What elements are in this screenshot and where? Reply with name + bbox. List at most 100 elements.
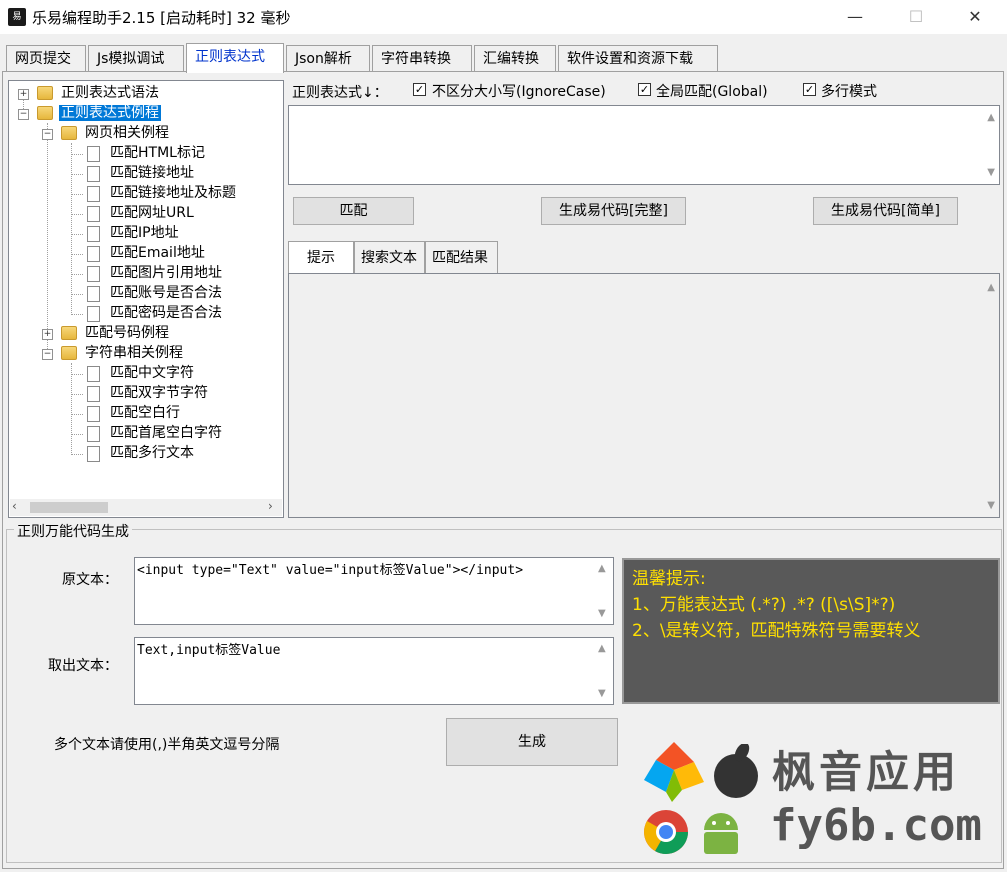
generate-full-code-button[interactable]: 生成易代码[完整] xyxy=(541,197,686,225)
tree-item[interactable]: 匹配HTML标记 xyxy=(110,143,205,163)
tab-asm-convert[interactable]: 汇编转换 xyxy=(474,45,556,71)
tab-regex[interactable]: 正则表达式 xyxy=(186,43,284,73)
extract-text-label: 取出文本： xyxy=(48,658,118,674)
collapse-icon[interactable]: − xyxy=(42,349,53,360)
tree-item[interactable]: 匹配链接地址及标题 xyxy=(110,183,236,203)
tree-item[interactable]: 匹配IP地址 xyxy=(110,223,179,243)
watermark-android-icon xyxy=(694,806,748,858)
tree-item-regex-syntax[interactable]: 正则表达式语法 xyxy=(61,83,159,103)
source-text-input[interactable]: <input type="Text" value="input标签Value">… xyxy=(134,557,614,625)
tips-panel: 温馨提示: 1、万能表达式 (.*?) .*? ([\s\S]*?) 2、\是转… xyxy=(622,558,1000,704)
folder-open-icon xyxy=(61,346,77,360)
folder-icon xyxy=(37,86,53,100)
tree-item-regex-examples[interactable]: 正则表达式例程 xyxy=(59,103,161,123)
generate-button[interactable]: 生成 xyxy=(446,718,618,766)
scroll-thumb[interactable] xyxy=(30,502,108,513)
scroll-down-icon[interactable]: ▼ xyxy=(987,167,995,178)
document-icon xyxy=(87,146,100,162)
watermark-logo-windows-icon xyxy=(642,740,706,804)
collapse-icon[interactable]: − xyxy=(42,129,53,140)
document-icon xyxy=(87,186,100,202)
document-icon xyxy=(87,266,100,282)
tips-line-1: 1、万能表达式 (.*?) .*? ([\s\S]*?) xyxy=(632,595,896,615)
title-bar: 易 乐易编程助手2.15 [启动耗时] 32 毫秒 — ☐ ✕ xyxy=(0,0,1007,34)
tab-search-text[interactable]: 搜索文本 xyxy=(354,241,425,273)
folder-open-icon xyxy=(61,126,77,140)
app-icon: 易 xyxy=(8,8,26,26)
watermark-chrome-icon xyxy=(642,808,690,856)
tree-item[interactable]: 匹配图片引用地址 xyxy=(110,263,222,283)
tree-item[interactable]: 匹配Email地址 xyxy=(110,243,205,263)
collapse-icon[interactable]: − xyxy=(18,109,29,120)
document-icon xyxy=(87,166,100,182)
tree-item[interactable]: 匹配首尾空白字符 xyxy=(110,423,222,443)
tree-item[interactable]: 匹配多行文本 xyxy=(110,443,194,463)
scroll-right-icon[interactable]: › xyxy=(268,499,273,513)
watermark-domain: fy6b.com xyxy=(770,800,982,851)
document-icon xyxy=(87,306,100,322)
tree-item[interactable]: 匹配空白行 xyxy=(110,403,180,423)
scroll-up-icon[interactable]: ▲ xyxy=(987,112,995,123)
document-icon xyxy=(87,286,100,302)
tree-item[interactable]: 匹配密码是否合法 xyxy=(110,303,222,323)
document-icon xyxy=(87,406,100,422)
scroll-down-icon[interactable]: ▼ xyxy=(987,500,995,511)
tree-item[interactable]: 匹配中文字符 xyxy=(110,363,194,383)
ignorecase-label: 不区分大小写(IgnoreCase) xyxy=(432,84,606,100)
tree-group-string[interactable]: 字符串相关例程 xyxy=(85,343,183,363)
multiline-label: 多行模式 xyxy=(821,84,877,100)
global-label: 全局匹配(Global) xyxy=(656,84,768,100)
tab-tips[interactable]: 提示 xyxy=(288,241,354,273)
close-button[interactable]: ✕ xyxy=(952,0,998,34)
global-checkbox[interactable]: ✓ xyxy=(638,83,651,96)
match-button[interactable]: 匹配 xyxy=(293,197,414,225)
watermark-brand: 枫音应用 xyxy=(772,748,960,798)
scroll-up-icon[interactable]: ▲ xyxy=(598,643,606,654)
expand-icon[interactable]: + xyxy=(42,329,53,340)
tree-item[interactable]: 匹配账号是否合法 xyxy=(110,283,222,303)
separator-hint: 多个文本请使用(,)半角英文逗号分隔 xyxy=(54,737,280,753)
regex-label: 正则表达式↓： xyxy=(292,85,388,101)
tree-group-web[interactable]: 网页相关例程 xyxy=(85,123,169,143)
regex-input[interactable]: ▲ ▼ xyxy=(288,105,1000,185)
universal-groupbox-title: 正则万能代码生成 xyxy=(14,521,132,541)
scroll-up-icon[interactable]: ▲ xyxy=(987,282,995,293)
tree-item[interactable]: 匹配链接地址 xyxy=(110,163,194,183)
maximize-button[interactable]: ☐ xyxy=(893,0,939,34)
document-icon xyxy=(87,366,100,382)
document-icon xyxy=(87,386,100,402)
tree-group-number[interactable]: 匹配号码例程 xyxy=(85,323,169,343)
minimize-button[interactable]: — xyxy=(832,0,878,34)
tree-horizontal-scrollbar[interactable]: ‹ › xyxy=(10,499,282,516)
extract-text-input[interactable]: Text,input标签Value xyxy=(134,637,614,705)
document-icon xyxy=(87,226,100,242)
scroll-down-icon[interactable]: ▼ xyxy=(598,688,606,699)
window-title: 乐易编程助手2.15 [启动耗时] 32 毫秒 xyxy=(32,9,291,27)
tab-settings-download[interactable]: 软件设置和资源下载 xyxy=(558,45,718,71)
document-icon xyxy=(87,446,100,462)
document-icon xyxy=(87,246,100,262)
tips-line-2: 2、\是转义符，匹配特殊符号需要转义 xyxy=(632,621,921,641)
tips-title: 温馨提示: xyxy=(632,569,706,589)
tab-js-debug[interactable]: Js模拟调试 xyxy=(88,45,184,71)
tree-item[interactable]: 匹配网址URL xyxy=(110,203,194,223)
expand-icon[interactable]: + xyxy=(18,89,29,100)
scroll-left-icon[interactable]: ‹ xyxy=(12,499,17,513)
document-icon xyxy=(87,426,100,442)
ignorecase-checkbox[interactable]: ✓ xyxy=(413,83,426,96)
multiline-checkbox[interactable]: ✓ xyxy=(803,83,816,96)
regex-tree[interactable]: + 正则表达式语法 − 正则表达式例程 − 网页相关例程 匹配HTML标记 匹配… xyxy=(8,80,284,518)
result-area[interactable]: ▲ ▼ xyxy=(288,273,1000,518)
source-text-label: 原文本： xyxy=(62,572,118,588)
tab-web-submit[interactable]: 网页提交 xyxy=(6,45,86,71)
scroll-down-icon[interactable]: ▼ xyxy=(598,608,606,619)
generate-simple-code-button[interactable]: 生成易代码[简单] xyxy=(813,197,958,225)
tab-string-convert[interactable]: 字符串转换 xyxy=(372,45,472,71)
tab-match-result[interactable]: 匹配结果 xyxy=(425,241,498,273)
tree-item[interactable]: 匹配双字节字符 xyxy=(110,383,208,403)
folder-open-icon xyxy=(37,106,53,120)
document-icon xyxy=(87,206,100,222)
tab-json[interactable]: Json解析 xyxy=(286,45,370,71)
watermark-apple-icon xyxy=(706,742,766,800)
scroll-up-icon[interactable]: ▲ xyxy=(598,563,606,574)
